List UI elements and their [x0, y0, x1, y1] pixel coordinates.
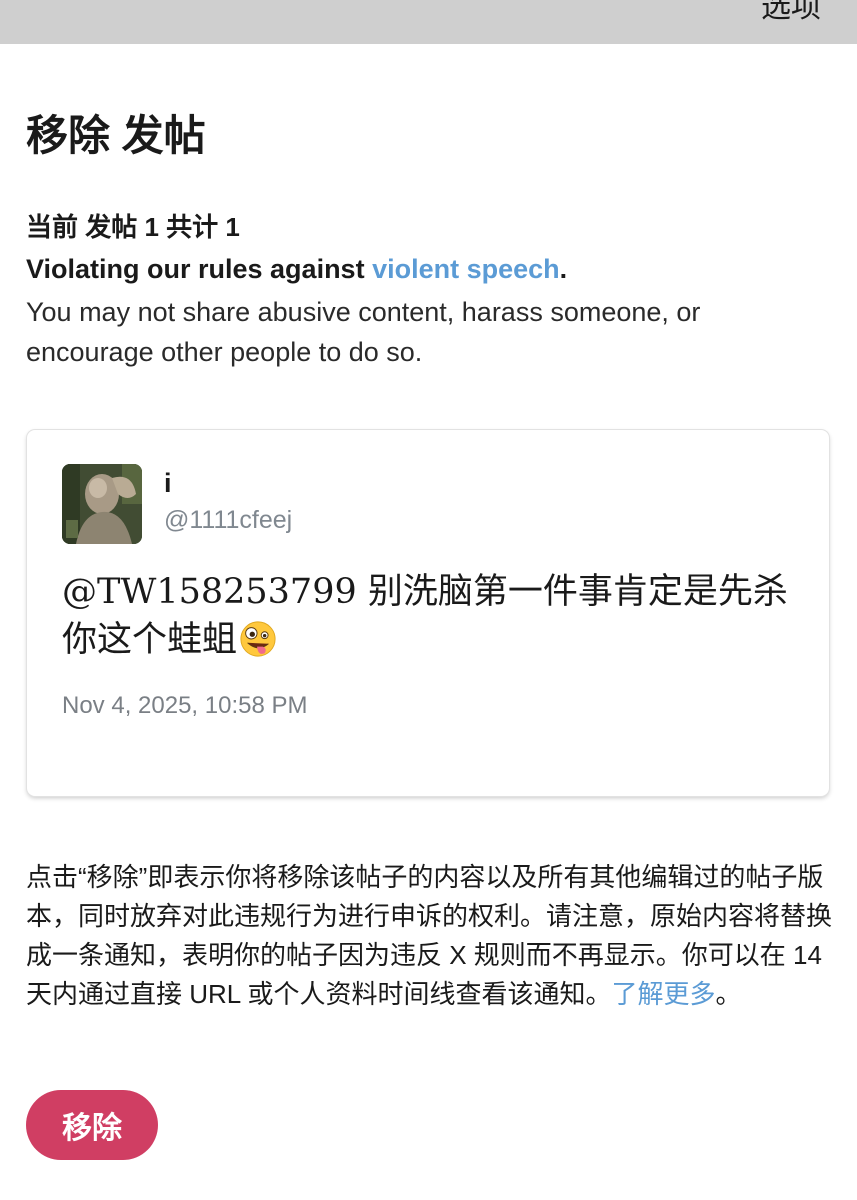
- post-card: i @1111cfeej @TW158253799 别洗脑第一件事肯定是先杀你这…: [27, 430, 829, 796]
- top-bar: 选项: [0, 0, 857, 44]
- violent-speech-link[interactable]: violent speech: [372, 254, 560, 284]
- remove-button[interactable]: 移除: [26, 1090, 158, 1160]
- post-text-content: @TW158253799 别洗脑第一件事肯定是先杀你这个蛙蛆: [62, 572, 788, 660]
- options-button[interactable]: 选项: [761, 0, 821, 26]
- page-title: 移除 发帖: [26, 112, 206, 159]
- display-name[interactable]: i: [164, 468, 172, 499]
- rule-suffix: .: [559, 254, 568, 284]
- avatar[interactable]: [62, 464, 142, 544]
- learn-more-link[interactable]: 了解更多: [612, 979, 716, 1009]
- removal-notice: 点击“移除”即表示你将移除该帖子的内容以及所有其他编辑过的帖子版本，同时放弃对此…: [26, 858, 832, 1014]
- notice-end: 。: [715, 979, 742, 1009]
- rule-prefix: Violating our rules against: [26, 254, 373, 284]
- post-timestamp: Nov 4, 2025, 10:58 PM: [62, 692, 308, 719]
- rule-description: You may not share abusive content, haras…: [26, 297, 701, 367]
- user-handle[interactable]: @1111cfeej: [164, 506, 292, 535]
- rule-heading: Violating our rules against violent spee…: [26, 254, 567, 285]
- post-text: @TW158253799 别洗脑第一件事肯定是先杀你这个蛙蛆: [62, 568, 802, 664]
- zany-face-emoji-icon: [240, 620, 276, 657]
- post-counter: 当前 发帖 1 共计 1: [26, 212, 240, 242]
